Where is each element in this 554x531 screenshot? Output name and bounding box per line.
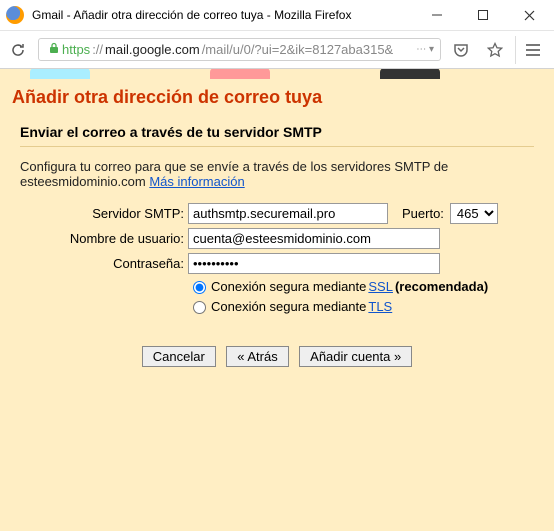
- port-select[interactable]: 465: [450, 203, 498, 224]
- ssl-link[interactable]: SSL: [368, 279, 393, 294]
- menu-button[interactable]: [515, 36, 550, 64]
- password-label: Contraseña:: [20, 256, 188, 271]
- firefox-icon: [6, 6, 24, 24]
- port-label: Puerto:: [402, 206, 444, 221]
- url-bar[interactable]: https://mail.google.com/mail/u/0/?ui=2&i…: [38, 38, 441, 61]
- lock-icon: [48, 42, 60, 57]
- ssl-label-prefix: Conexión segura mediante: [211, 279, 366, 294]
- add-account-button[interactable]: Añadir cuenta »: [299, 346, 412, 367]
- section-title: Enviar el correo a través de tu servidor…: [20, 124, 534, 147]
- password-input[interactable]: [188, 253, 440, 274]
- browser-toolbar: https://mail.google.com/mail/u/0/?ui=2&i…: [0, 31, 554, 69]
- bookmark-button[interactable]: [481, 36, 509, 64]
- url-host: mail.google.com: [105, 42, 200, 57]
- close-button[interactable]: [506, 0, 552, 30]
- tls-label-prefix: Conexión segura mediante: [211, 299, 366, 314]
- decorative-banner: [0, 69, 554, 79]
- url-sep: ://: [92, 42, 103, 57]
- ssl-radio[interactable]: [193, 281, 206, 294]
- pocket-button[interactable]: [447, 36, 475, 64]
- tls-link[interactable]: TLS: [368, 299, 392, 314]
- ssl-recommended: (recomendada): [395, 279, 488, 294]
- window-title: Gmail - Añadir otra dirección de correo …: [32, 8, 351, 22]
- tls-radio[interactable]: [193, 301, 206, 314]
- username-input[interactable]: [188, 228, 440, 249]
- maximize-button[interactable]: [460, 0, 506, 30]
- intro-text: Configura tu correo para que se envíe a …: [20, 159, 534, 189]
- page-body: Añadir otra dirección de correo tuya Env…: [0, 69, 554, 531]
- page-title: Añadir otra dirección de correo tuya: [0, 79, 554, 116]
- dropdown-icon[interactable]: ⋯ ▾: [416, 44, 434, 55]
- back-button[interactable]: « Atrás: [226, 346, 288, 367]
- url-scheme: https: [62, 42, 90, 57]
- url-path: /mail/u/0/?ui=2&ik=8127aba315&: [202, 42, 394, 57]
- more-info-link[interactable]: Más información: [149, 174, 244, 189]
- reload-button[interactable]: [4, 36, 32, 64]
- cancel-button[interactable]: Cancelar: [142, 346, 216, 367]
- smtp-server-input[interactable]: [188, 203, 388, 224]
- minimize-button[interactable]: [414, 0, 460, 30]
- window-titlebar: Gmail - Añadir otra dirección de correo …: [0, 0, 554, 31]
- username-label: Nombre de usuario:: [20, 231, 188, 246]
- smtp-label: Servidor SMTP:: [20, 206, 188, 221]
